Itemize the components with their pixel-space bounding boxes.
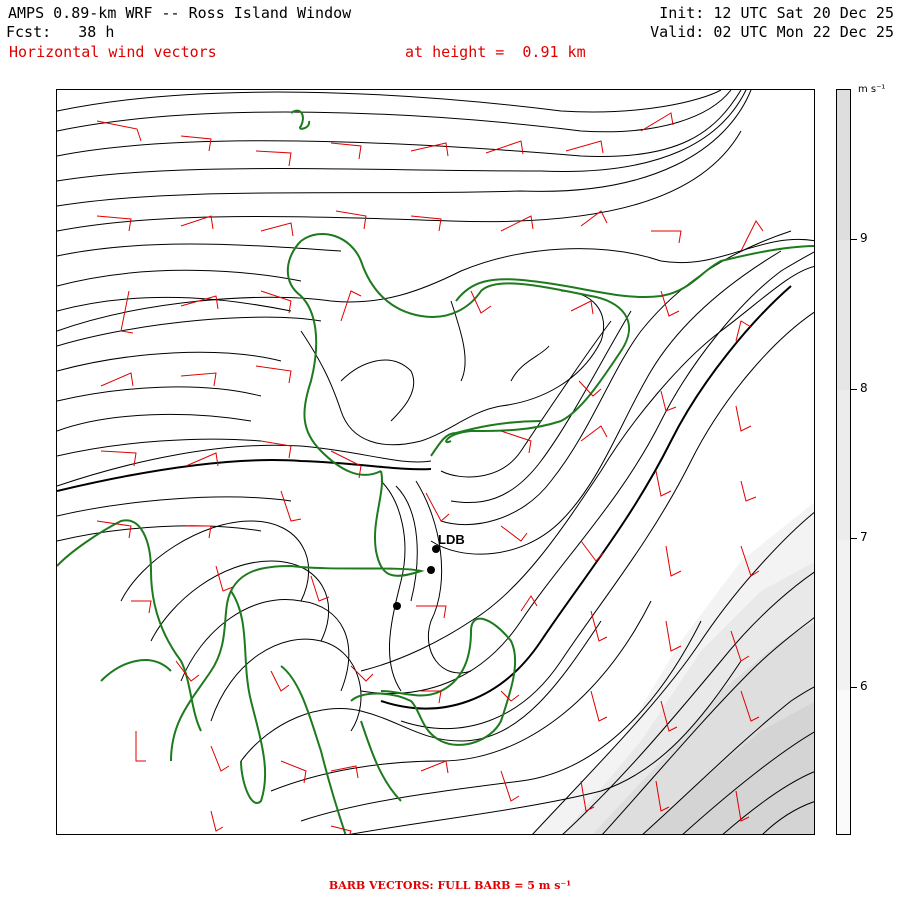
barb-legend: BARB VECTORS: FULL BARB = 5 m s⁻¹ [328, 879, 572, 892]
wind-speed-colorbar [836, 89, 851, 835]
colorbar-segment [837, 90, 850, 240]
forecast-hour: Fcst: 38 h [6, 23, 115, 41]
colorbar-tick [851, 687, 857, 688]
colorbar-tick [851, 239, 857, 240]
colorbar-segment [837, 540, 850, 690]
product-name: Horizontal wind vectors [9, 43, 217, 61]
colorbar-label: 9 [860, 231, 868, 245]
station-marker [393, 602, 401, 610]
station-ldb-label: LDB [438, 532, 465, 547]
station-marker [427, 566, 435, 574]
station-markers [393, 545, 440, 610]
init-time: Init: 12 UTC Sat 20 Dec 25 [659, 4, 894, 22]
colorbar-label: 8 [860, 381, 868, 395]
colorbar-segment [837, 690, 850, 834]
valid-time: Valid: 02 UTC Mon 22 Dec 25 [650, 23, 894, 41]
colorbar-label: 7 [860, 530, 868, 544]
colorbar-tick [851, 538, 857, 539]
height-label: at height = 0.91 km [405, 43, 586, 61]
colorbar-label: 6 [860, 679, 868, 693]
terrain-contours [57, 90, 814, 834]
map-title: AMPS 0.89-km WRF -- Ross Island Window [8, 4, 352, 22]
colorbar-segment [837, 390, 850, 540]
colorbar-tick [851, 389, 857, 390]
map-canvas [57, 90, 814, 834]
map-panel [56, 89, 815, 835]
colorbar-segment [837, 240, 850, 390]
colorbar-units: m s⁻¹ [858, 84, 886, 95]
